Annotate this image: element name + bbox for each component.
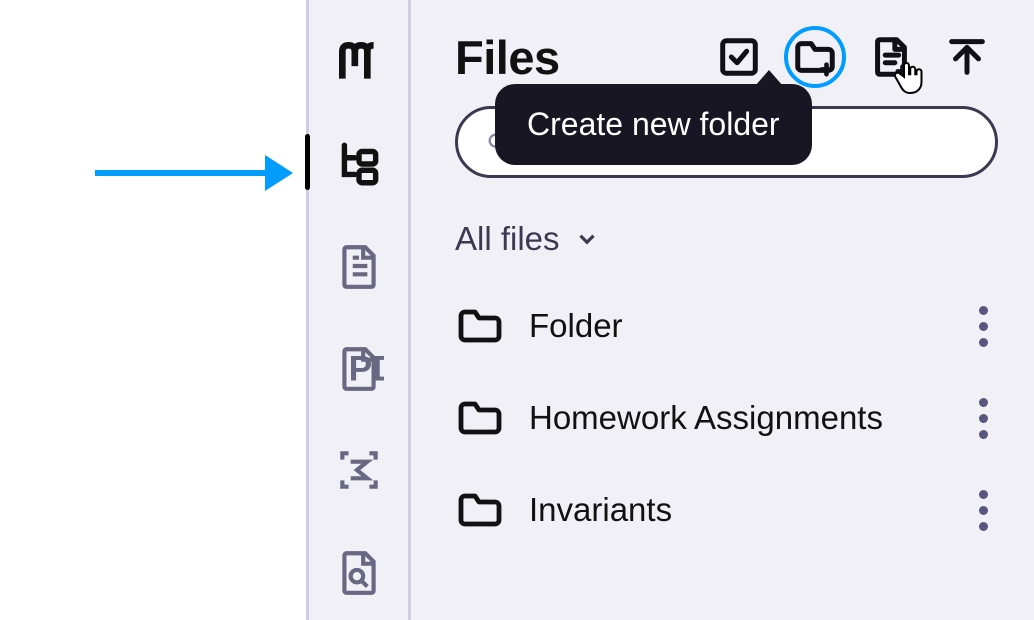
formula-scan-icon[interactable] — [329, 440, 389, 500]
folder-icon — [455, 394, 503, 442]
upload-button[interactable] — [936, 26, 998, 88]
new-folder-button[interactable] — [784, 26, 846, 88]
new-file-button[interactable] — [860, 26, 922, 88]
file-search-icon[interactable] — [329, 542, 389, 602]
list-item[interactable]: Folder — [455, 280, 998, 372]
file-list: Folder Homework Assignments Invariants — [455, 280, 998, 556]
pdf-icon[interactable]: PDF — [329, 338, 389, 398]
list-item-label: Folder — [529, 307, 942, 345]
document-icon[interactable] — [329, 236, 389, 296]
list-item[interactable]: Homework Assignments — [455, 372, 998, 464]
nav-rail: PDF — [309, 0, 411, 620]
item-menu-button[interactable] — [968, 306, 998, 347]
app-logo-icon[interactable] — [329, 32, 389, 92]
pointer-arrow-annotation — [95, 155, 293, 191]
chevron-down-icon — [574, 226, 600, 252]
files-panel: PDF Files — [306, 0, 1034, 620]
list-item-label: Invariants — [529, 491, 942, 529]
list-item-label: Homework Assignments — [529, 399, 942, 437]
folder-icon — [455, 486, 503, 534]
svg-text:PDF: PDF — [348, 349, 383, 389]
folder-icon — [455, 302, 503, 350]
page-title: Files — [455, 30, 560, 85]
file-tree-icon[interactable] — [329, 134, 389, 194]
item-menu-button[interactable] — [968, 398, 998, 439]
item-menu-button[interactable] — [968, 490, 998, 531]
filter-label: All files — [455, 220, 560, 258]
filter-dropdown[interactable]: All files — [455, 220, 600, 258]
files-content: Files Create new folder — [411, 0, 1034, 620]
list-item[interactable]: Invariants — [455, 464, 998, 556]
tooltip-create-folder: Create new folder — [495, 84, 812, 165]
files-header: Files — [455, 26, 998, 88]
